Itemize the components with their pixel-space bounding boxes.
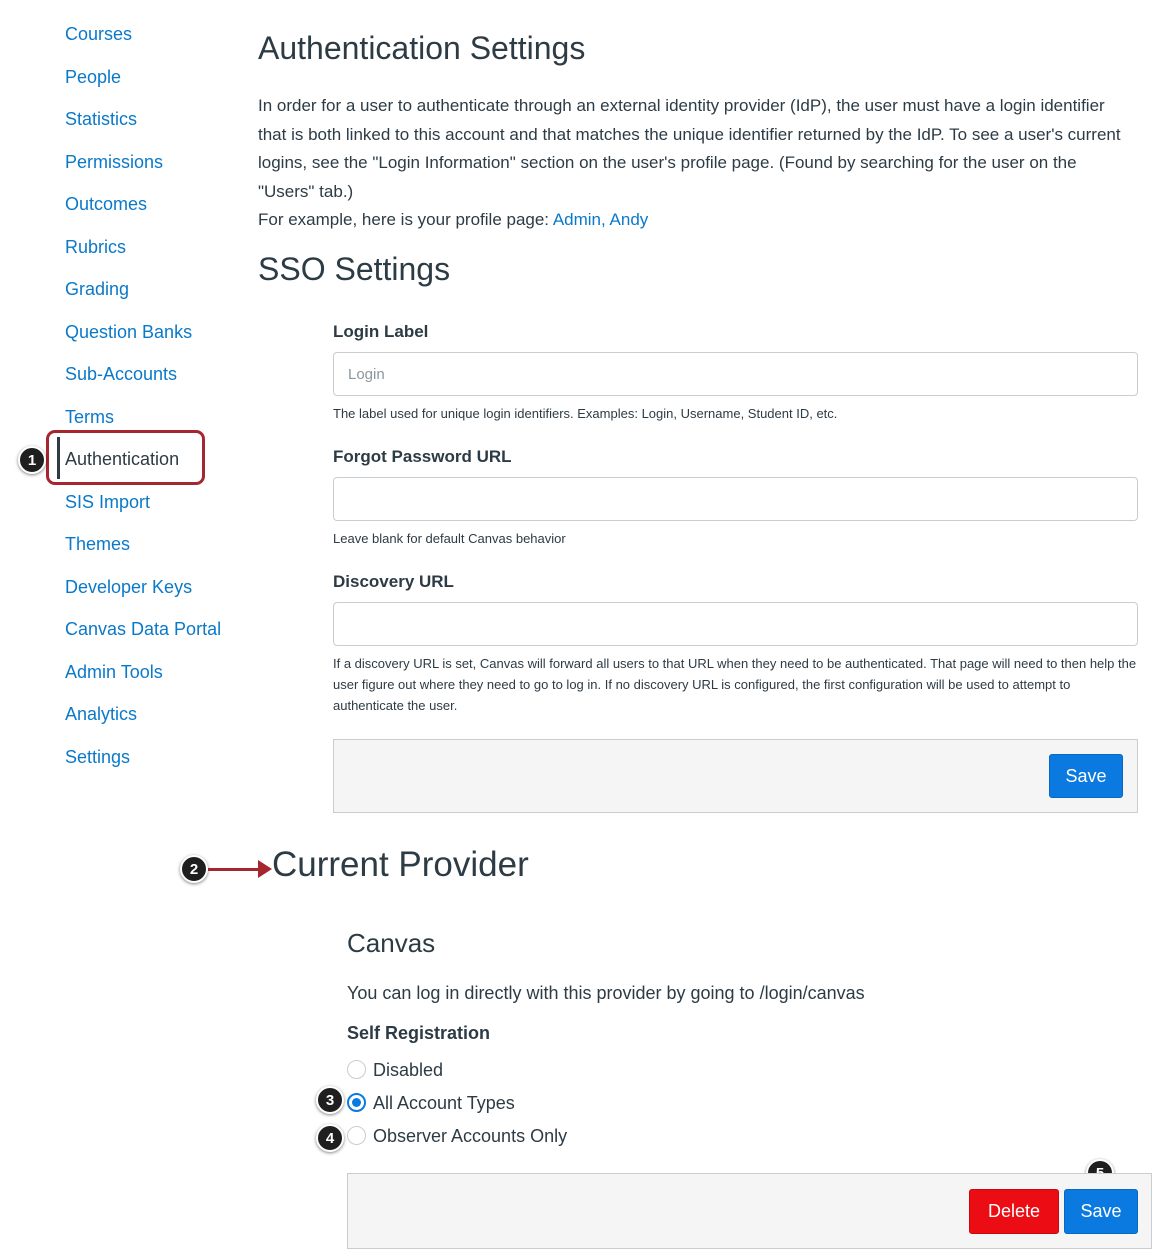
- callout-arrow-head-icon: [258, 860, 272, 878]
- sidebar-item-statistics[interactable]: Statistics: [65, 108, 137, 130]
- callout-arrow-line: [208, 868, 262, 871]
- radio-observer-accounts-only[interactable]: [347, 1126, 366, 1145]
- sidebar-item-sis-import[interactable]: SIS Import: [65, 491, 150, 513]
- authentication-highlight-box: [46, 430, 205, 485]
- login-label-field-label: Login Label: [333, 322, 429, 341]
- sidebar-item-admin-tools[interactable]: Admin Tools: [65, 661, 163, 683]
- sidebar-item-question-banks[interactable]: Question Banks: [65, 321, 192, 343]
- provider-form-actions: Delete Save: [347, 1173, 1152, 1249]
- provider-name: Canvas: [347, 928, 436, 958]
- sso-settings-title: SSO Settings: [258, 251, 451, 287]
- sso-save-button[interactable]: Save: [1049, 754, 1123, 798]
- profile-link[interactable]: Admin, Andy: [553, 210, 648, 229]
- sidebar-item-developer-keys[interactable]: Developer Keys: [65, 576, 192, 598]
- self-registration-label: Self Registration: [347, 1023, 491, 1043]
- callout-badge-4: 4: [316, 1124, 344, 1152]
- login-label-input[interactable]: [333, 352, 1138, 396]
- sidebar-item-outcomes[interactable]: Outcomes: [65, 193, 147, 215]
- forgot-password-url-input[interactable]: [333, 477, 1138, 521]
- login-label-help: The label used for unique login identifi…: [333, 406, 838, 421]
- discovery-url-label: Discovery URL: [333, 572, 454, 591]
- provider-description: You can log in directly with this provid…: [347, 983, 865, 1003]
- sidebar-item-rubrics[interactable]: Rubrics: [65, 236, 126, 258]
- page-title: Authentication Settings: [258, 30, 586, 66]
- discovery-url-help: If a discovery URL is set, Canvas will f…: [333, 656, 1137, 713]
- callout-badge-2: 2: [180, 855, 208, 883]
- forgot-password-url-help: Leave blank for default Canvas behavior: [333, 531, 566, 546]
- radio-label-all-account-types: All Account Types: [373, 1093, 515, 1113]
- sidebar-item-people[interactable]: People: [65, 66, 121, 88]
- forgot-password-url-label: Forgot Password URL: [333, 447, 512, 466]
- sidebar-item-permissions[interactable]: Permissions: [65, 151, 163, 173]
- intro-text: In order for a user to authenticate thro…: [258, 92, 1128, 235]
- current-provider-title: Current Provider: [272, 845, 529, 884]
- sidebar-item-courses[interactable]: Courses: [65, 23, 132, 45]
- sidebar-item-canvas-data-portal[interactable]: Canvas Data Portal: [65, 618, 221, 640]
- sidebar-item-grading[interactable]: Grading: [65, 278, 129, 300]
- sidebar-item-sub-accounts[interactable]: Sub-Accounts: [65, 363, 177, 385]
- sidebar-item-settings[interactable]: Settings: [65, 746, 130, 768]
- sidebar-item-analytics[interactable]: Analytics: [65, 703, 137, 725]
- sidebar-item-terms[interactable]: Terms: [65, 406, 114, 428]
- provider-save-button[interactable]: Save: [1064, 1189, 1138, 1234]
- radio-label-observer-accounts-only: Observer Accounts Only: [373, 1126, 568, 1146]
- profile-example-text: For example, here is your profile page:: [258, 210, 553, 229]
- sso-form-actions: Save: [333, 739, 1138, 813]
- callout-badge-3: 3: [316, 1086, 344, 1114]
- callout-badge-1: 1: [18, 446, 46, 474]
- intro-paragraph: In order for a user to authenticate thro…: [258, 96, 1121, 201]
- provider-delete-button[interactable]: Delete: [969, 1189, 1059, 1234]
- sidebar-item-themes[interactable]: Themes: [65, 533, 130, 555]
- radio-disabled[interactable]: [347, 1060, 366, 1079]
- radio-label-disabled: Disabled: [373, 1060, 444, 1080]
- discovery-url-input[interactable]: [333, 602, 1138, 646]
- radio-all-account-types[interactable]: [347, 1093, 366, 1112]
- account-sidebar: Courses People Statistics Permissions Ou…: [0, 0, 240, 1257]
